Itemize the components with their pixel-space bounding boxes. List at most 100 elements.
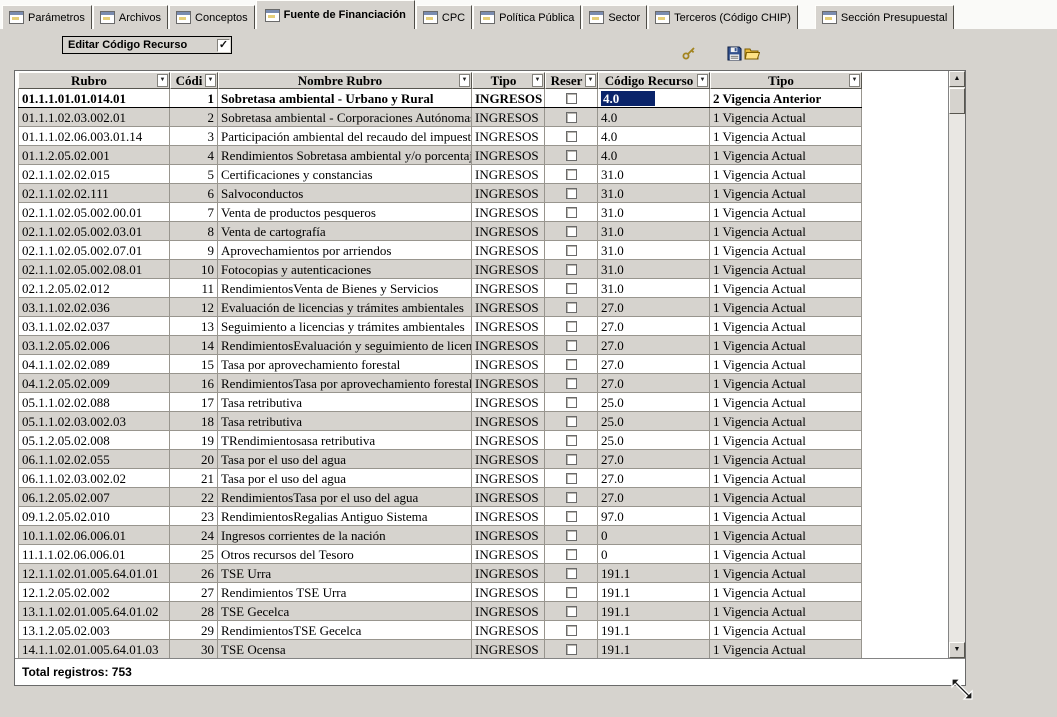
open-folder-button[interactable] xyxy=(742,43,762,63)
table-row[interactable]: 06.1.1.02.03.002.0221Tasa por el uso del… xyxy=(18,469,862,488)
table-row[interactable]: 06.1.2.05.02.00722RendimientosTasa por e… xyxy=(18,488,862,507)
cell-reser[interactable] xyxy=(545,355,598,373)
cell-nombre[interactable]: TSE Ocensa xyxy=(218,640,472,658)
cell-tipo[interactable]: INGRESOS xyxy=(472,336,545,354)
cell-nombre[interactable]: RendimientosTasa por el uso del agua xyxy=(218,488,472,506)
reser-checkbox[interactable] xyxy=(566,511,577,522)
cell-tipo[interactable]: INGRESOS xyxy=(472,374,545,392)
cell-reser[interactable] xyxy=(545,602,598,620)
cell-vigencia[interactable]: 1 Vigencia Actual xyxy=(710,222,862,240)
cell-nombre[interactable]: TRendimientosasa retributiva xyxy=(218,431,472,449)
cell-codigo[interactable]: 31.0 xyxy=(598,279,710,297)
column-header-4[interactable]: Reser▼ xyxy=(545,72,598,89)
cell-vigencia[interactable]: 1 Vigencia Actual xyxy=(710,450,862,468)
cell-tipo[interactable]: INGRESOS xyxy=(472,279,545,297)
cell-codigo[interactable]: 191.1 xyxy=(598,564,710,582)
cell-codigo[interactable]: 27.0 xyxy=(598,374,710,392)
table-row[interactable]: 02.1.1.02.05.002.03.018Venta de cartogra… xyxy=(18,222,862,241)
cell-tipo[interactable]: INGRESOS xyxy=(472,640,545,658)
reser-checkbox[interactable] xyxy=(566,188,577,199)
cell-rubro[interactable]: 01.1.1.02.06.003.01.14 xyxy=(18,127,170,145)
filter-dropdown-icon[interactable]: ▼ xyxy=(459,74,470,87)
cell-num[interactable]: 3 xyxy=(170,127,218,145)
cell-vigencia[interactable]: 1 Vigencia Actual xyxy=(710,545,862,563)
cell-nombre[interactable]: RendimientosEvaluación y seguimiento de … xyxy=(218,336,472,354)
cell-rubro[interactable]: 14.1.1.02.01.005.64.01.03 xyxy=(18,640,170,658)
table-row[interactable]: 05.1.2.05.02.00819TRendimientosasa retri… xyxy=(18,431,862,450)
cell-codigo[interactable]: 191.1 xyxy=(598,621,710,639)
cell-vigencia[interactable]: 1 Vigencia Actual xyxy=(710,393,862,411)
reser-checkbox[interactable] xyxy=(566,378,577,389)
cell-rubro[interactable]: 02.1.1.02.02.015 xyxy=(18,165,170,183)
cell-codigo[interactable]: 25.0 xyxy=(598,393,710,411)
cell-num[interactable]: 23 xyxy=(170,507,218,525)
cell-reser[interactable] xyxy=(545,279,598,297)
reser-checkbox[interactable] xyxy=(566,169,577,180)
cell-reser[interactable] xyxy=(545,374,598,392)
cell-vigencia[interactable]: 1 Vigencia Actual xyxy=(710,507,862,525)
cell-rubro[interactable]: 02.1.1.02.05.002.07.01 xyxy=(18,241,170,259)
cell-num[interactable]: 17 xyxy=(170,393,218,411)
cell-tipo[interactable]: INGRESOS xyxy=(472,526,545,544)
table-row[interactable]: 01.1.1.01.01.014.011Sobretasa ambiental … xyxy=(18,89,862,108)
cell-rubro[interactable]: 06.1.1.02.03.002.02 xyxy=(18,469,170,487)
cell-vigencia[interactable]: 1 Vigencia Actual xyxy=(710,431,862,449)
cell-rubro[interactable]: 12.1.1.02.01.005.64.01.01 xyxy=(18,564,170,582)
cell-num[interactable]: 18 xyxy=(170,412,218,430)
cell-codigo[interactable]: 0 xyxy=(598,545,710,563)
cell-codigo[interactable]: 191.1 xyxy=(598,640,710,658)
cell-reser[interactable] xyxy=(545,108,598,126)
cell-nombre[interactable]: RendimientosVenta de Bienes y Servicios xyxy=(218,279,472,297)
cell-reser[interactable] xyxy=(545,507,598,525)
cell-codigo[interactable]: 31.0 xyxy=(598,184,710,202)
cell-tipo[interactable]: INGRESOS xyxy=(472,108,545,126)
cell-nombre[interactable]: Sobretasa ambiental - Corporaciones Autó… xyxy=(218,108,472,126)
cell-tipo[interactable]: INGRESOS xyxy=(472,564,545,582)
cell-codigo[interactable]: 191.1 xyxy=(598,602,710,620)
cell-codigo[interactable]: 27.0 xyxy=(598,317,710,335)
cell-vigencia[interactable]: 1 Vigencia Actual xyxy=(710,127,862,145)
cell-rubro[interactable]: 03.1.2.05.02.006 xyxy=(18,336,170,354)
cell-tipo[interactable]: INGRESOS xyxy=(472,469,545,487)
cell-num[interactable]: 13 xyxy=(170,317,218,335)
cell-reser[interactable] xyxy=(545,336,598,354)
cell-nombre[interactable]: Fotocopias y autenticaciones xyxy=(218,260,472,278)
reser-checkbox[interactable] xyxy=(566,530,577,541)
reser-checkbox[interactable] xyxy=(566,397,577,408)
reser-checkbox[interactable] xyxy=(566,131,577,142)
cell-nombre[interactable]: TSE Gecelca xyxy=(218,602,472,620)
cell-reser[interactable] xyxy=(545,450,598,468)
table-row[interactable]: 14.1.1.02.01.005.64.01.0330TSE OcensaING… xyxy=(18,640,862,658)
cell-num[interactable]: 2 xyxy=(170,108,218,126)
cell-vigencia[interactable]: 1 Vigencia Actual xyxy=(710,355,862,373)
reser-checkbox[interactable] xyxy=(566,454,577,465)
cell-tipo[interactable]: INGRESOS xyxy=(472,393,545,411)
cell-vigencia[interactable]: 1 Vigencia Actual xyxy=(710,298,862,316)
cell-tipo[interactable]: INGRESOS xyxy=(472,260,545,278)
cell-num[interactable]: 25 xyxy=(170,545,218,563)
tab-0[interactable]: Parámetros xyxy=(2,5,92,29)
reser-checkbox[interactable] xyxy=(566,568,577,579)
cell-rubro[interactable]: 06.1.1.02.02.055 xyxy=(18,450,170,468)
cell-codigo[interactable]: 31.0 xyxy=(598,203,710,221)
cell-tipo[interactable]: INGRESOS xyxy=(472,203,545,221)
table-row[interactable]: 04.1.2.05.02.00916RendimientosTasa por a… xyxy=(18,374,862,393)
cell-nombre[interactable]: Tasa por el uso del agua xyxy=(218,469,472,487)
cell-nombre[interactable]: Evaluación de licencias y trámites ambie… xyxy=(218,298,472,316)
cell-tipo[interactable]: INGRESOS xyxy=(472,298,545,316)
table-row[interactable]: 05.1.1.02.02.08817Tasa retributivaINGRES… xyxy=(18,393,862,412)
cell-nombre[interactable]: Venta de productos pesqueros xyxy=(218,203,472,221)
cell-vigencia[interactable]: 1 Vigencia Actual xyxy=(710,602,862,620)
cell-vigencia[interactable]: 1 Vigencia Actual xyxy=(710,165,862,183)
cell-tipo[interactable]: INGRESOS xyxy=(472,89,545,107)
reser-checkbox[interactable] xyxy=(566,321,577,332)
cell-nombre[interactable]: Participación ambiental del recaudo del … xyxy=(218,127,472,145)
cell-nombre[interactable]: Venta de cartografía xyxy=(218,222,472,240)
cell-rubro[interactable]: 02.1.1.02.05.002.03.01 xyxy=(18,222,170,240)
cell-reser[interactable] xyxy=(545,165,598,183)
filter-dropdown-icon[interactable]: ▼ xyxy=(585,74,596,87)
cell-nombre[interactable]: Seguimiento a licencias y trámites ambie… xyxy=(218,317,472,335)
cell-vigencia[interactable]: 1 Vigencia Actual xyxy=(710,203,862,221)
table-row[interactable]: 12.1.1.02.01.005.64.01.0126TSE UrraINGRE… xyxy=(18,564,862,583)
table-row[interactable]: 01.1.1.02.06.003.01.143Participación amb… xyxy=(18,127,862,146)
